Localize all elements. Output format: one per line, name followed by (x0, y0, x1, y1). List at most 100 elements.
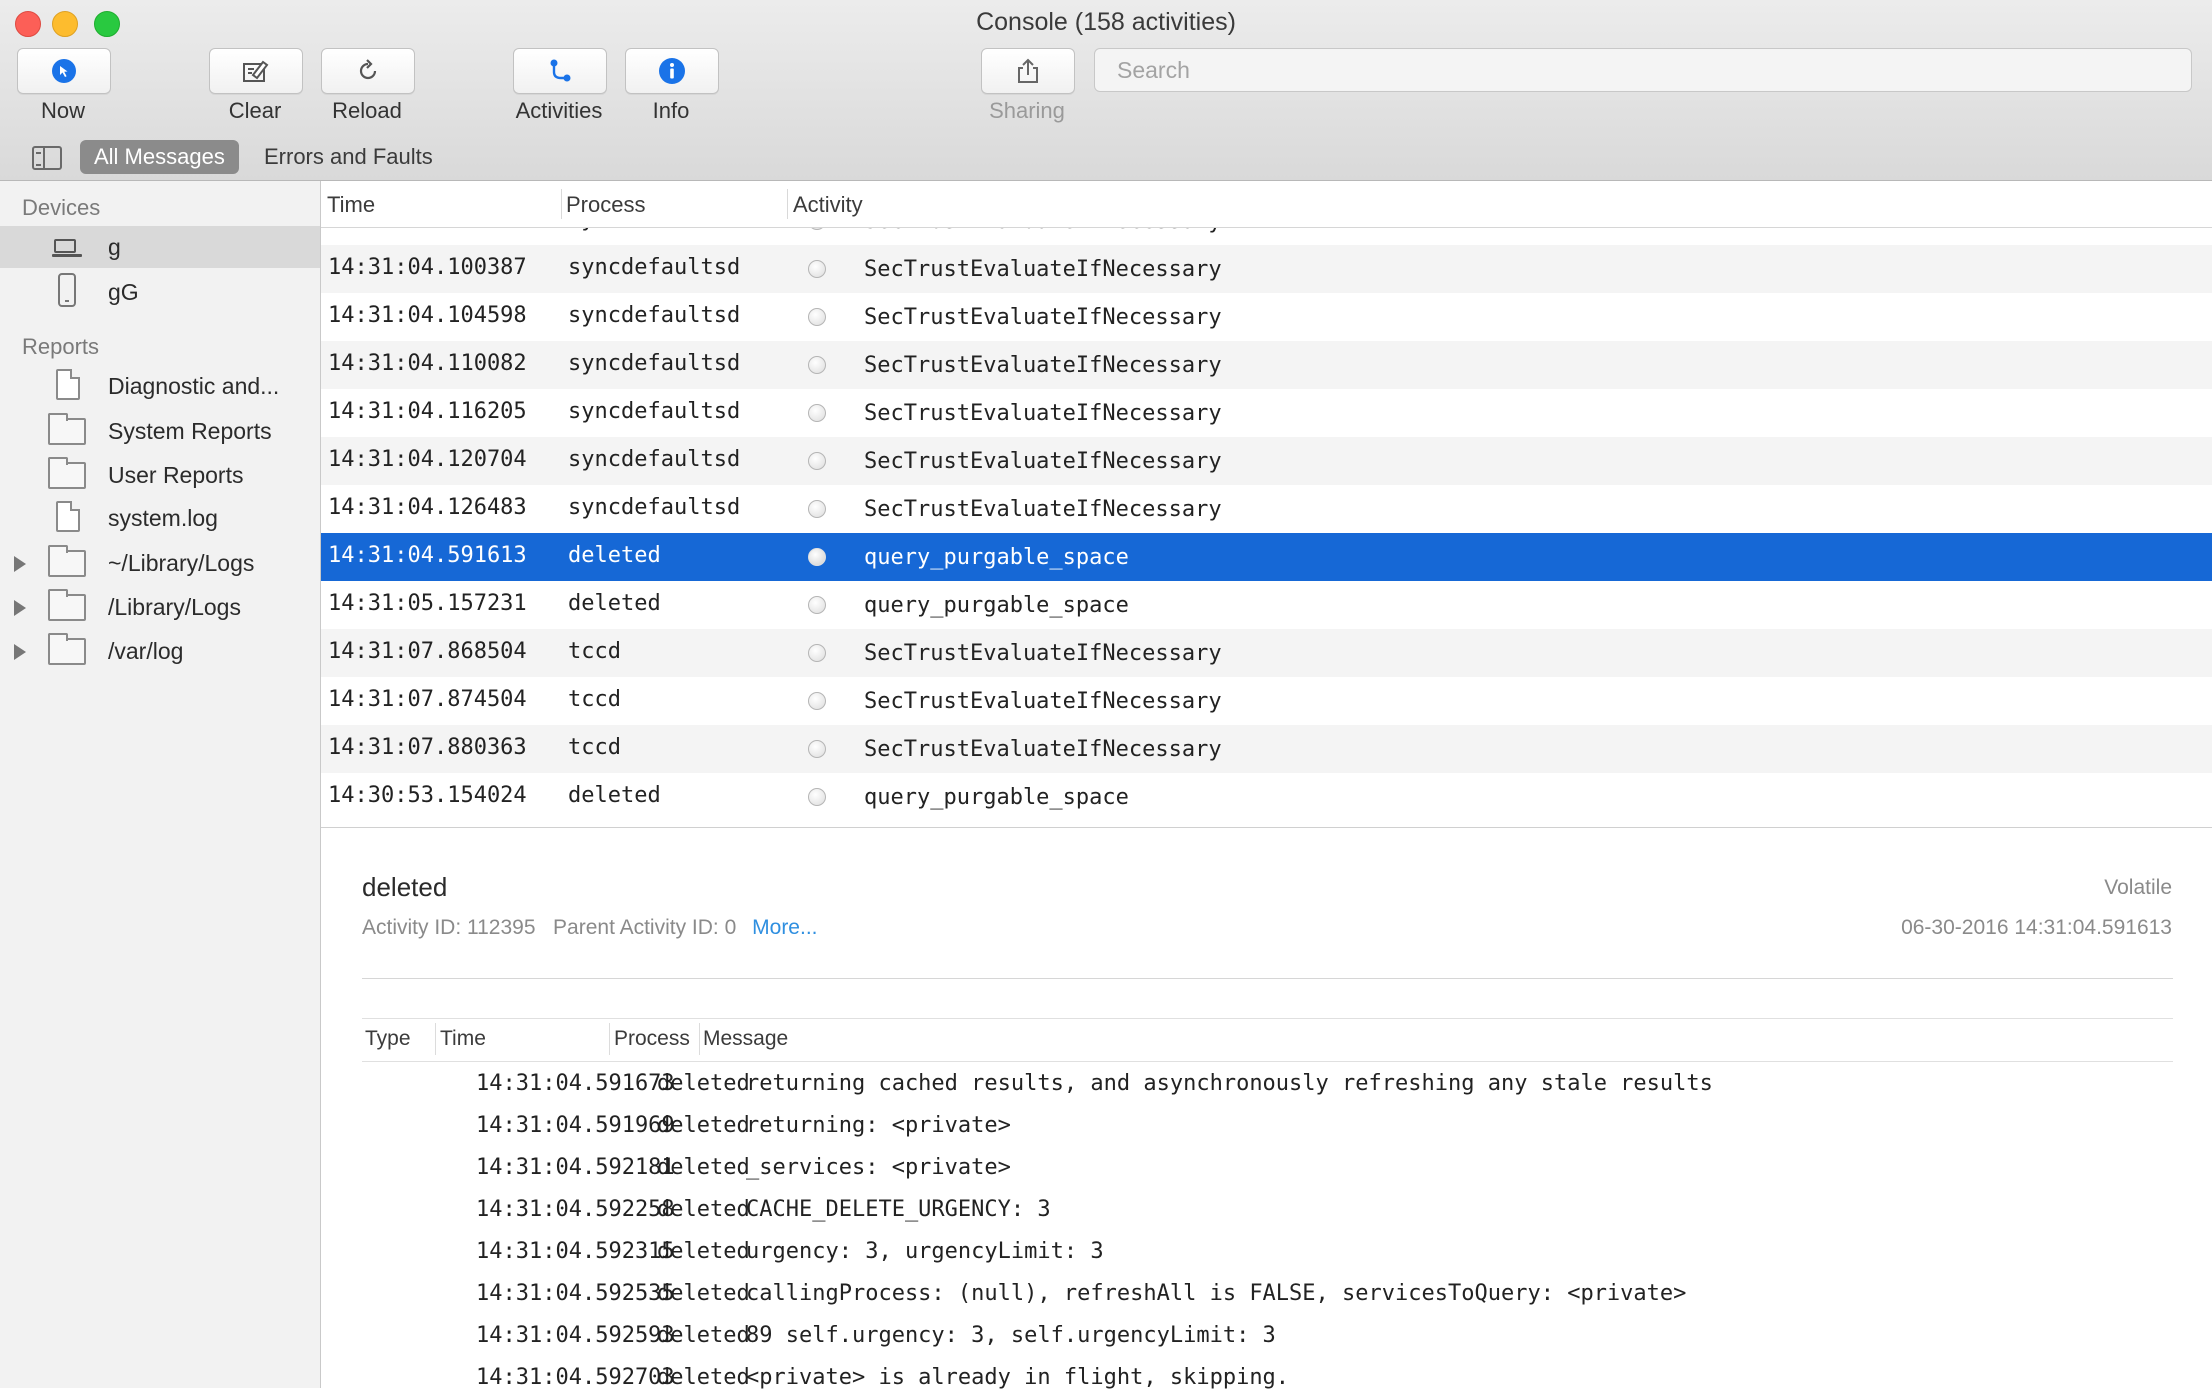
sidebar-item-device-g[interactable]: g (0, 226, 320, 268)
message-process: deleted (657, 1155, 750, 1180)
table-row[interactable]: 14:31:07.880363 tccd SecTrustEvaluateIfNec… (321, 725, 2212, 773)
row-activity: SecTrustEvaluateIfNecessary (864, 305, 1222, 330)
table-row[interactable]: 14:31:04.104598 syncdefaultsd SecTrustEval… (321, 293, 2212, 341)
sidebar-item-diagnostic[interactable]: Diagnostic and... (0, 365, 320, 407)
row-process: syncdefaultsd (568, 303, 741, 328)
table-row[interactable]: 14:31:05.157231 deleted query_purgable_spa… (321, 581, 2212, 629)
clear-button[interactable] (209, 48, 303, 94)
table-row[interactable]: 14:31:04.100387 syncdefaultsd SecTrustEval… (321, 245, 2212, 293)
message-process: deleted (657, 1281, 750, 1306)
message-row[interactable]: 14:31:04.592315 deleted urgency: 3, urgenc… (362, 1231, 2173, 1273)
column-divider[interactable] (561, 189, 562, 219)
sidebar-item-label: /var/log (108, 638, 184, 664)
row-time: 14:31:04.126483 (328, 495, 527, 520)
reload-button[interactable] (321, 48, 415, 94)
row-time: 14:31:04.591613 (328, 543, 527, 568)
row-process: syncdefaultsd (568, 255, 741, 280)
activity-id: Activity ID: 112395 (362, 916, 536, 939)
message-process: deleted (657, 1365, 750, 1390)
row-time: 14:31:04.120704 (328, 447, 527, 472)
window-title: Console (158 activities) (976, 8, 1236, 36)
sidebar: Devices g gG Reports Diagnostic and... S… (0, 181, 321, 1388)
row-process: syncdefaultsd (568, 351, 741, 376)
disclosure-triangle-icon[interactable] (14, 644, 26, 660)
sidebar-item-system-log[interactable]: system.log (0, 497, 320, 539)
sidebar-item-system-reports[interactable]: System Reports (0, 410, 320, 452)
sidebar-item-user-library-logs[interactable]: ~/Library/Logs (0, 542, 320, 584)
activities-button[interactable] (513, 48, 607, 94)
now-button[interactable] (17, 48, 111, 94)
message-time: 14:31:04.592703 (476, 1365, 675, 1390)
table-row[interactable]: 14:31:04.591613 deleted query_purgable_spa… (321, 533, 2212, 581)
message-row[interactable]: 14:31:04.592703 deleted <private> is alrea… (362, 1357, 2173, 1399)
table-row[interactable]: 14:31:07.874504 tccd SecTrustEvaluateIfNec… (321, 677, 2212, 725)
column-divider[interactable] (609, 1023, 610, 1055)
message-row[interactable]: 14:31:04.592535 deleted callingProcess: (n… (362, 1273, 2173, 1315)
message-time: 14:31:04.592315 (476, 1239, 675, 1264)
row-activity: SecTrustEvaluateIfNecessary (864, 353, 1222, 378)
table-row[interactable]: 14:31:04.126483 syncdefaultsd SecTrustEval… (321, 485, 2212, 533)
message-row[interactable]: 14:31:04.591673 deleted returning cached r… (362, 1063, 2173, 1105)
message-process: deleted (657, 1113, 750, 1138)
devices-heading: Devices (22, 195, 101, 220)
sidebar-toggle-icon[interactable] (32, 146, 62, 170)
message-row[interactable]: 14:31:04.592258 deleted CACHE_DELETE_URGEN… (362, 1189, 2173, 1231)
message-time: 14:31:04.591969 (476, 1113, 675, 1138)
sidebar-item-var-log[interactable]: /var/log (0, 630, 320, 672)
clear-label: Clear (228, 98, 282, 123)
column-divider[interactable] (787, 189, 788, 219)
more-link[interactable]: More... (752, 916, 817, 939)
table-row[interactable]: 14:31:04.120704 syncdefaultsd SecTrustEval… (321, 437, 2212, 485)
message-text: <private> is already in flight, skipping… (746, 1365, 1290, 1390)
sidebar-item-label: System Reports (108, 418, 272, 444)
sidebar-item-device-gg[interactable]: gG (0, 271, 320, 313)
table-body[interactable]: 14:31:04.095422syncdefaultsdSecTrustEval… (321, 227, 2212, 827)
column-header-message[interactable]: Message (703, 1027, 788, 1051)
column-header-process[interactable]: Process (566, 192, 645, 218)
table-row[interactable]: 14:30:53.154024 deleted query_purgable_spa… (321, 773, 2212, 821)
column-header-activity[interactable]: Activity (793, 192, 863, 218)
table-row[interactable]: 14:31:04.095422syncdefaultsdSecTrustEval… (321, 227, 2212, 245)
message-process: deleted (657, 1239, 750, 1264)
disclosure-triangle-icon[interactable] (14, 600, 26, 616)
all-messages-filter[interactable]: All Messages (80, 140, 239, 174)
activity-status-icon (808, 644, 826, 662)
sidebar-item-label: gG (108, 279, 139, 305)
sidebar-item-user-reports[interactable]: User Reports (0, 454, 320, 496)
message-process: deleted (657, 1323, 750, 1348)
document-icon (56, 501, 80, 532)
column-header-process[interactable]: Process (614, 1027, 690, 1051)
activity-status-icon (808, 692, 826, 710)
disclosure-triangle-icon[interactable] (14, 556, 26, 572)
column-divider[interactable] (435, 1023, 436, 1055)
sharing-button[interactable] (981, 48, 1075, 94)
errors-and-faults-filter[interactable]: Errors and Faults (250, 140, 447, 174)
message-text: _services: <private> (746, 1155, 1011, 1180)
message-row[interactable]: 14:31:04.591969 deleted returning: <privat… (362, 1105, 2173, 1147)
share-icon (1018, 58, 1038, 83)
info-button[interactable] (625, 48, 719, 94)
search-input[interactable]: Search (1094, 48, 2192, 92)
column-header-type[interactable]: Type (365, 1027, 411, 1051)
row-process: syncdefaultsd (568, 447, 741, 472)
message-process: deleted (657, 1071, 750, 1096)
row-process: deleted (568, 783, 661, 808)
message-row[interactable]: 14:31:04.592181 deleted _services: <privat… (362, 1147, 2173, 1189)
message-row[interactable]: 14:31:04.592593 deleted 89 self.urgency: 3… (362, 1315, 2173, 1357)
column-header-time[interactable]: Time (440, 1027, 486, 1051)
reload-icon (359, 59, 377, 80)
sidebar-item-library-logs[interactable]: /Library/Logs (0, 586, 320, 628)
table-row[interactable]: 14:31:04.110082 syncdefaultsd SecTrustEval… (321, 341, 2212, 389)
row-activity: query_purgable_space (864, 593, 1129, 618)
row-process: syncdefaultsd (568, 399, 741, 424)
table-row[interactable]: 14:31:07.868504 tccd SecTrustEvaluateIfNec… (321, 629, 2212, 677)
folder-icon (48, 457, 86, 489)
row-time: 14:31:05.157231 (328, 591, 527, 616)
table-row[interactable]: 14:31:04.116205 syncdefaultsd SecTrustEval… (321, 389, 2212, 437)
row-process: deleted (568, 591, 661, 616)
folder-icon (48, 589, 86, 621)
column-divider[interactable] (699, 1023, 700, 1055)
row-activity: SecTrustEvaluateIfNecessary (864, 227, 1222, 234)
column-header-time[interactable]: Time (327, 192, 375, 218)
table-header: Time Process Activity (321, 181, 2212, 228)
